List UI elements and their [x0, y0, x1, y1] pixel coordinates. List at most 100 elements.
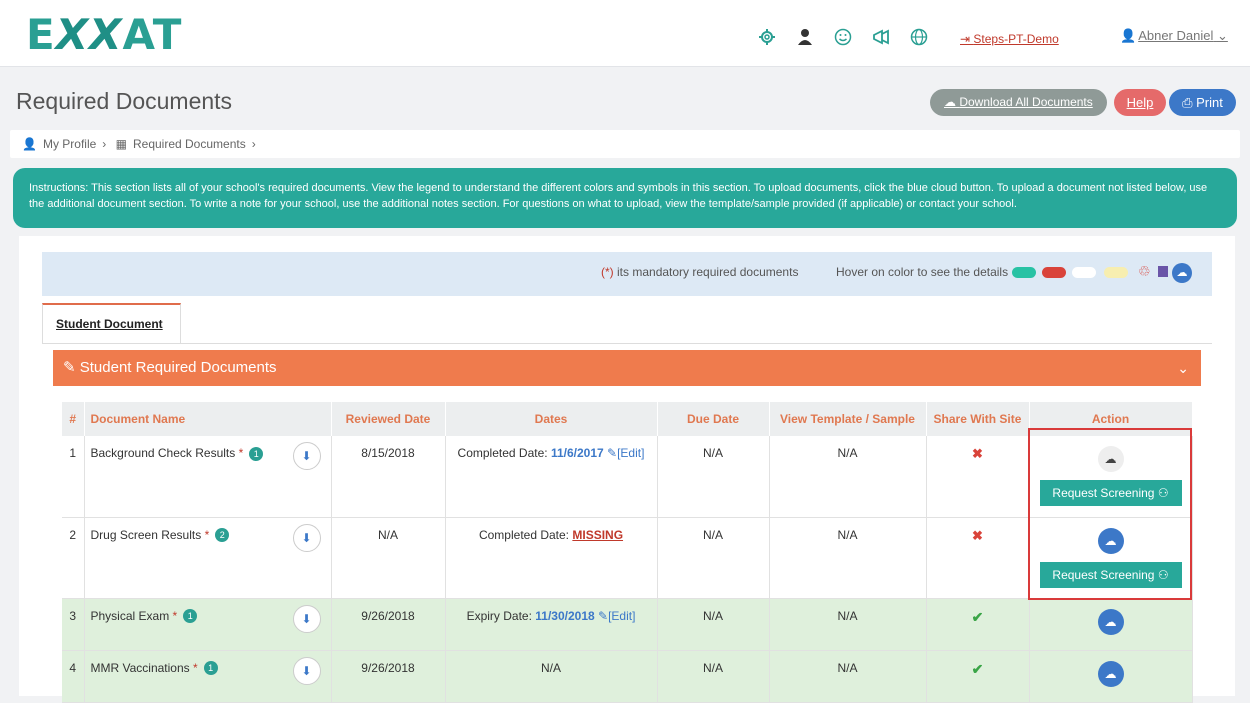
download-icon[interactable]: ⬇ — [292, 442, 321, 470]
column-header-dates[interactable]: Dates — [445, 402, 658, 436]
dates-cell: Completed Date: 11/6/2017 ✎[Edit] — [445, 436, 658, 518]
column-header-document-name[interactable]: Document Name — [84, 402, 332, 436]
breadcrumb-required-documents[interactable]: Required Documents — [133, 137, 246, 151]
cloud-upload-icon[interactable]: ☁ — [1097, 660, 1124, 687]
column-header-action: Action — [1029, 402, 1193, 436]
dates-label: Expiry Date: — [466, 608, 532, 623]
dates-value: 11/6/2017 — [550, 446, 604, 460]
reviewed-date: N/A — [331, 517, 446, 599]
user-menu[interactable]: 👤 Abner Daniel ⌄ — [1120, 28, 1228, 44]
cloud-upload-icon[interactable]: ☁ — [1097, 608, 1124, 635]
cloud-upload-icon[interactable]: ☁ — [1172, 263, 1192, 283]
document-name: MMR Vaccinations — [90, 660, 190, 675]
column-header-num: # — [62, 402, 85, 436]
chevron-down-icon[interactable]: ⌄ — [1177, 350, 1189, 386]
download-icon[interactable]: ⬇ — [292, 523, 321, 552]
row-number: 4 — [62, 650, 85, 703]
table-row: 2 Drug Screen Results * 2 ⬇ N/A Completed … — [62, 517, 1193, 599]
logo-part: AT — [122, 10, 183, 59]
print-label: Print — [1196, 95, 1223, 110]
megaphone-icon[interactable] — [862, 26, 900, 48]
help-button[interactable]: Help — [1114, 89, 1166, 116]
document-name-cell: Background Check Results * 1 ⬇ — [84, 436, 332, 518]
user-icon: 👤 — [1120, 28, 1137, 43]
share-status-icon: ✖ — [926, 436, 1030, 518]
print-button[interactable]: ⎙ Print — [1169, 89, 1236, 116]
chevron-down-icon: ⌄ — [1216, 28, 1228, 43]
panel-title: Student Required Documents — [79, 359, 277, 376]
dates-value: MISSING — [572, 527, 624, 542]
smile-icon[interactable] — [824, 26, 862, 48]
edit-link[interactable]: ✎[Edit] — [598, 609, 635, 623]
mandatory-note: (*) its mandatory required documents — [601, 265, 798, 279]
download-icon[interactable]: ⬇ — [292, 604, 321, 633]
mandatory-star: * — [204, 527, 210, 542]
column-header-share: Share With Site — [926, 402, 1030, 436]
document-name-cell: Drug Screen Results * 2 ⬇ — [84, 517, 332, 599]
legend-color-approved[interactable] — [1012, 267, 1036, 278]
header-icons — [748, 26, 938, 48]
document-count-badge[interactable]: 1 — [203, 661, 218, 676]
edit-link[interactable]: ✎[Edit] — [607, 446, 644, 460]
download-icon[interactable]: ⬇ — [292, 656, 321, 685]
steps-demo-link[interactable]: ⇥ Steps-PT-Demo — [960, 32, 1059, 46]
share-status-icon: ✔ — [926, 598, 1030, 651]
document-count-badge[interactable]: 1 — [183, 609, 198, 624]
pencil-icon: ✎ — [607, 446, 618, 460]
action-cell: ☁ — [1029, 650, 1193, 703]
column-header-reviewed-date[interactable]: Reviewed Date — [331, 402, 446, 436]
printer-icon: ⎙ — [1182, 95, 1197, 110]
tab-bar: Student Document — [42, 303, 1212, 344]
template-value: N/A — [769, 436, 927, 518]
table-row: 1 Background Check Results * 1 ⬇ 8/15/2018… — [62, 436, 1193, 518]
cloud-upload-icon[interactable]: ☁ — [1097, 446, 1124, 472]
download-all-button[interactable]: ☁ Download All Documents — [930, 89, 1107, 116]
tab-student-document[interactable]: Student Document — [42, 303, 181, 343]
request-screening-button[interactable]: Request Screening ⚇ — [1039, 561, 1182, 588]
template-value: N/A — [769, 650, 927, 703]
top-navbar: EXXAT ⇥ Steps-PT-Demo 👤 Abner Daniel ⌄ — [0, 0, 1250, 67]
request-screening-button[interactable]: Request Screening ⚇ — [1039, 480, 1182, 506]
user-icon: ⚇ — [1157, 567, 1169, 582]
document-name: Background Check Results — [90, 446, 236, 460]
column-header-due-date[interactable]: Due Date — [657, 402, 770, 436]
page-title: Required Documents — [16, 88, 233, 114]
legend-color-expiring[interactable] — [1104, 267, 1128, 278]
template-value: N/A — [769, 598, 927, 651]
column-header-template: View Template / Sample — [769, 402, 927, 436]
dates-label: Completed Date: — [457, 446, 548, 460]
globe-icon[interactable] — [900, 26, 938, 48]
documents-table: # Document Name Reviewed Date Dates Due … — [62, 402, 1193, 703]
share-status-icon: ✔ — [926, 650, 1030, 703]
download-all-label: Download All Documents — [959, 95, 1093, 109]
user-icon: 👤 — [22, 137, 37, 151]
document-name-cell: Physical Exam * 1 ⬇ — [84, 598, 332, 651]
mandatory-star: * — [238, 446, 244, 460]
user-icon: ⚇ — [1157, 486, 1169, 500]
document-count-badge[interactable]: 2 — [215, 528, 230, 543]
user-avatar-icon[interactable] — [786, 26, 824, 48]
document-count-badge[interactable]: 1 — [249, 446, 264, 461]
mandatory-star: * — [172, 608, 178, 623]
panel-header[interactable]: ✎ Student Required Documents ⌄ — [53, 350, 1201, 386]
action-cell: ☁ — [1029, 598, 1193, 651]
legend-color-rejected[interactable] — [1042, 267, 1066, 278]
mandatory-star: * — [192, 660, 198, 675]
row-number: 2 — [62, 517, 85, 599]
gear-icon[interactable] — [748, 26, 786, 48]
edit-label: [Edit] — [608, 608, 636, 623]
table-row: 4 MMR Vaccinations * 1 ⬇ 9/26/2018 N/A N/A… — [62, 650, 1193, 703]
document-name: Physical Exam — [90, 608, 170, 623]
user-name: Abner Daniel — [1138, 28, 1214, 43]
tab-label: Student Document — [56, 317, 163, 331]
request-screening-label: Request Screening — [1052, 567, 1155, 582]
exxat-logo[interactable]: EXXAT — [26, 10, 182, 59]
reviewed-date: 9/26/2018 — [331, 598, 446, 651]
note-icon[interactable] — [1158, 266, 1168, 277]
legend-color-pending[interactable] — [1072, 267, 1096, 278]
cloud-upload-icon[interactable]: ☁ — [1097, 527, 1124, 554]
table-row: 3 Physical Exam * 1 ⬇ 9/26/2018 Expiry Dat… — [62, 598, 1193, 651]
due-date: N/A — [657, 517, 770, 599]
breadcrumb-my-profile[interactable]: My Profile — [43, 137, 96, 151]
recycle-icon[interactable]: ♲ — [1138, 263, 1151, 280]
